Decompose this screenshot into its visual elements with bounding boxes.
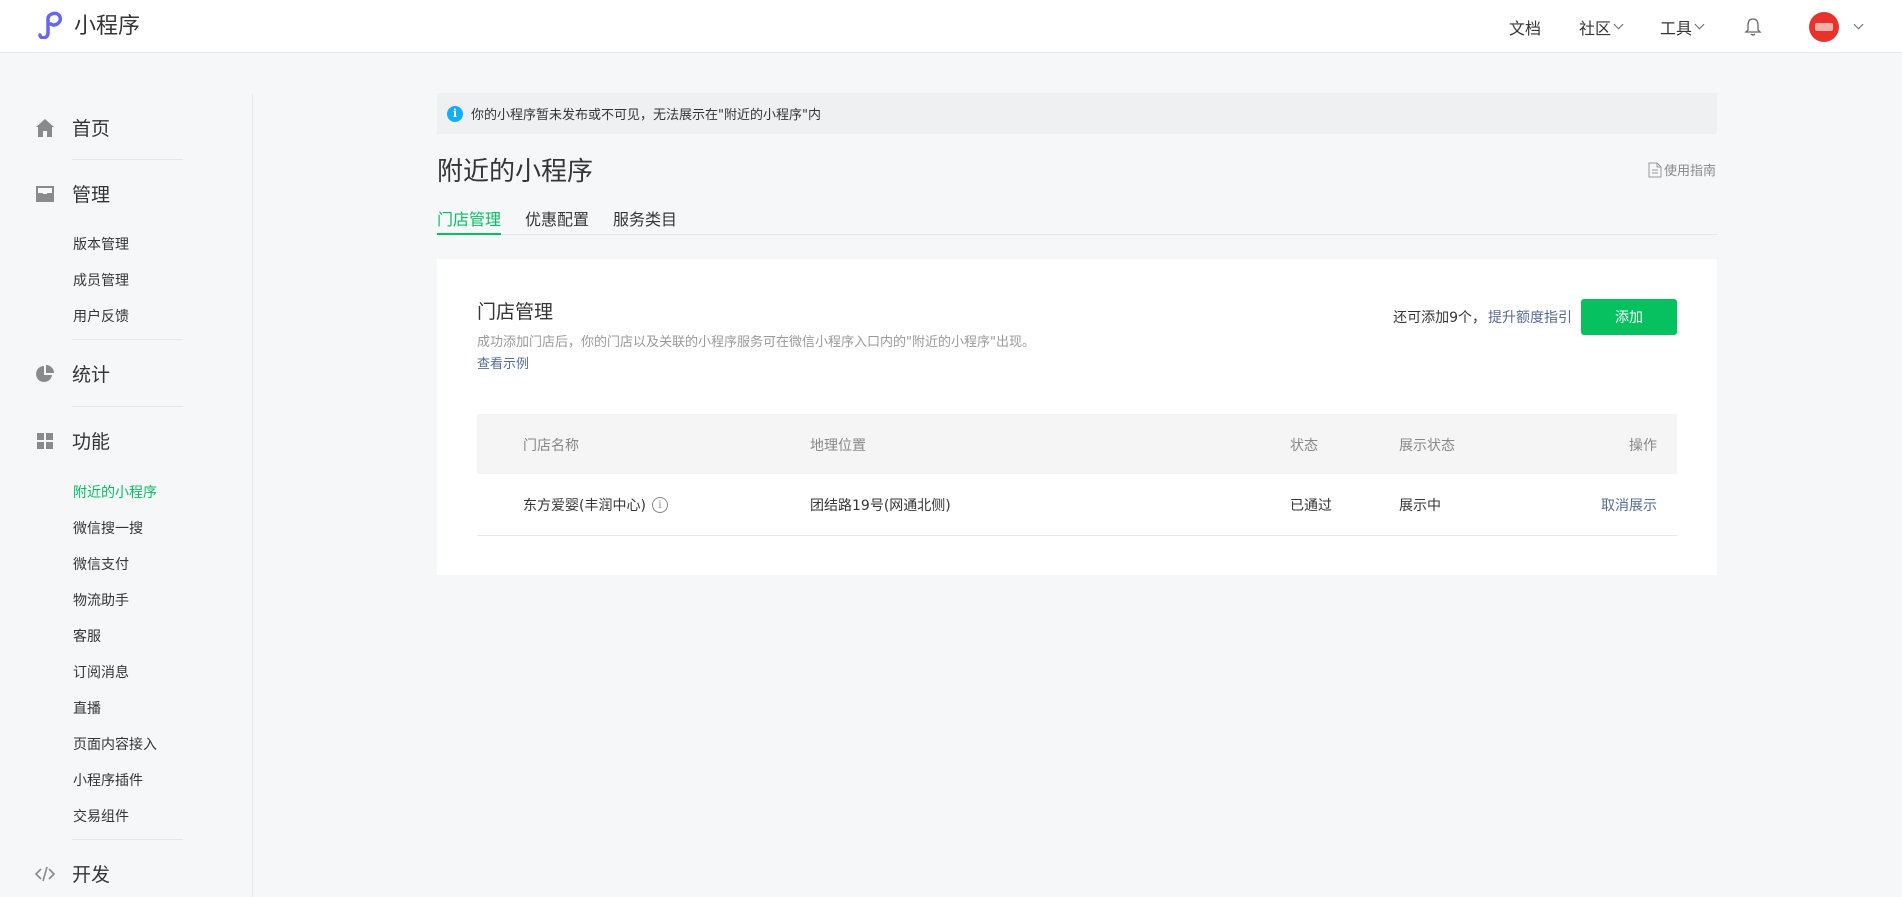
card-description: 成功添加门店后，你的门店以及关联的小程序服务可在微信小程序入口内的"附近的小程序… (477, 335, 1035, 350)
sidebar-item-develop[interactable]: 开发 (34, 860, 110, 887)
th-store-name: 门店名称 (523, 438, 579, 454)
grid-icon (37, 432, 53, 449)
th-display-status: 展示状态 (1399, 438, 1455, 454)
sidebar-item-stats[interactable]: 统计 (34, 360, 110, 387)
nav-community[interactable]: 社区 (1578, 15, 1624, 39)
app-title: 小程序 (74, 14, 141, 39)
pie-chart-icon (36, 364, 54, 382)
sidebar-divider (72, 159, 183, 160)
th-status: 状态 (1290, 438, 1318, 454)
tab-bar: 门店管理 优惠配置 服务类目 (437, 206, 1717, 235)
sidebar-item-features[interactable]: 功能 (34, 427, 110, 454)
nav-tools-label: 工具 (1659, 18, 1692, 38)
sidebar-item-feedback[interactable]: 用户反馈 (73, 306, 129, 326)
store-table: 门店名称 地理位置 状态 展示状态 操作 东方爱婴(丰润中心) i 团结路19号… (477, 414, 1677, 536)
miniprogram-logo-icon (38, 11, 63, 39)
sidebar-item-logistics[interactable]: 物流助手 (73, 590, 129, 610)
th-actions: 操作 (1629, 438, 1657, 454)
avatar[interactable] (1809, 11, 1839, 42)
sidebar-item-pay[interactable]: 微信支付 (73, 554, 129, 574)
notice-banner: i 你的小程序暂未发布或不可见，无法展示在"附近的小程序"内 (437, 93, 1717, 134)
sidebar-item-members[interactable]: 成员管理 (73, 270, 129, 290)
sidebar-item-label: 管理 (72, 184, 111, 206)
sidebar-item-subscribe[interactable]: 订阅消息 (73, 662, 129, 682)
logo[interactable]: 小程序 (36, 8, 140, 40)
tab-store-manage[interactable]: 门店管理 (437, 206, 502, 235)
th-location: 地理位置 (810, 438, 866, 454)
sidebar: 首页 管理 版本管理 成员管理 用户反馈 统计 功能 附近的小程序 微信搜一搜 … (0, 94, 253, 897)
cell-store-name: 东方爱婴(丰润中心) i (523, 495, 668, 515)
guide-link[interactable]: 使用指南 (1648, 160, 1716, 179)
store-name: 东方爱婴(丰润中心) (523, 498, 646, 514)
nav-docs-label: 文档 (1508, 18, 1541, 38)
sidebar-item-label: 首页 (72, 118, 111, 140)
sidebar-item-service[interactable]: 客服 (73, 626, 101, 646)
nav-docs[interactable]: 文档 (1509, 15, 1541, 39)
sidebar-item-manage[interactable]: 管理 (34, 180, 110, 207)
top-header: 小程序 文档 社区 工具 (0, 0, 1902, 53)
cell-status: 已通过 (1290, 498, 1332, 514)
sidebar-item-content[interactable]: 页面内容接入 (73, 734, 157, 754)
quota-text: 还可添加9个， (1393, 310, 1486, 326)
quota-guide-link[interactable]: 提升额度指引 (1488, 307, 1572, 327)
avatar-logo (1815, 22, 1833, 31)
sidebar-item-trade[interactable]: 交易组件 (73, 806, 129, 826)
view-example-link[interactable]: 查看示例 (477, 353, 529, 372)
quota-info: 还可添加9个， 提升额度指引 (1393, 307, 1572, 327)
document-icon (1648, 162, 1662, 177)
bell-icon[interactable] (1743, 17, 1763, 37)
sidebar-item-version[interactable]: 版本管理 (73, 234, 129, 254)
sidebar-item-live[interactable]: 直播 (73, 698, 101, 718)
page-title: 附近的小程序 (437, 157, 594, 187)
info-icon[interactable]: i (651, 497, 668, 513)
sidebar-divider (72, 339, 183, 340)
sidebar-item-plugins[interactable]: 小程序插件 (73, 770, 143, 790)
sidebar-divider (72, 406, 183, 407)
store-card: 门店管理 成功添加门店后，你的门店以及关联的小程序服务可在微信小程序入口内的"附… (437, 259, 1717, 575)
inbox-icon (36, 185, 54, 202)
notice-text: 你的小程序暂未发布或不可见，无法展示在"附近的小程序"内 (471, 108, 821, 123)
table-row: 东方爱婴(丰润中心) i 团结路19号(网通北侧) 已通过 展示中 取消展示 (477, 474, 1677, 536)
table-header: 门店名称 地理位置 状态 展示状态 操作 (477, 414, 1677, 474)
chevron-down-icon[interactable] (1853, 19, 1864, 30)
sidebar-item-home[interactable]: 首页 (34, 114, 110, 141)
guide-label: 使用指南 (1663, 164, 1716, 179)
chevron-down-icon (1613, 19, 1624, 30)
code-icon (34, 866, 56, 881)
chevron-down-icon (1694, 19, 1705, 30)
add-button[interactable]: 添加 (1581, 299, 1677, 335)
cancel-display-button[interactable]: 取消展示 (1601, 495, 1657, 515)
home-icon (36, 118, 54, 137)
sidebar-item-nearby[interactable]: 附近的小程序 (73, 482, 157, 502)
tab-service-category[interactable]: 服务类目 (613, 206, 677, 235)
sidebar-item-label: 统计 (72, 364, 111, 386)
card-title: 门店管理 (477, 301, 554, 323)
nav-community-label: 社区 (1578, 18, 1611, 38)
tab-coupon-config[interactable]: 优惠配置 (525, 206, 589, 235)
sidebar-item-label: 开发 (72, 864, 111, 886)
top-nav: 文档 社区 工具 (1471, 0, 1864, 53)
cell-display-status: 展示中 (1399, 498, 1441, 514)
nav-tools[interactable]: 工具 (1659, 15, 1705, 39)
cell-location: 团结路19号(网通北侧) (810, 498, 951, 514)
sidebar-item-label: 功能 (72, 431, 111, 453)
info-icon: i (447, 105, 463, 122)
sidebar-divider (72, 839, 183, 840)
sidebar-item-search[interactable]: 微信搜一搜 (73, 518, 143, 538)
